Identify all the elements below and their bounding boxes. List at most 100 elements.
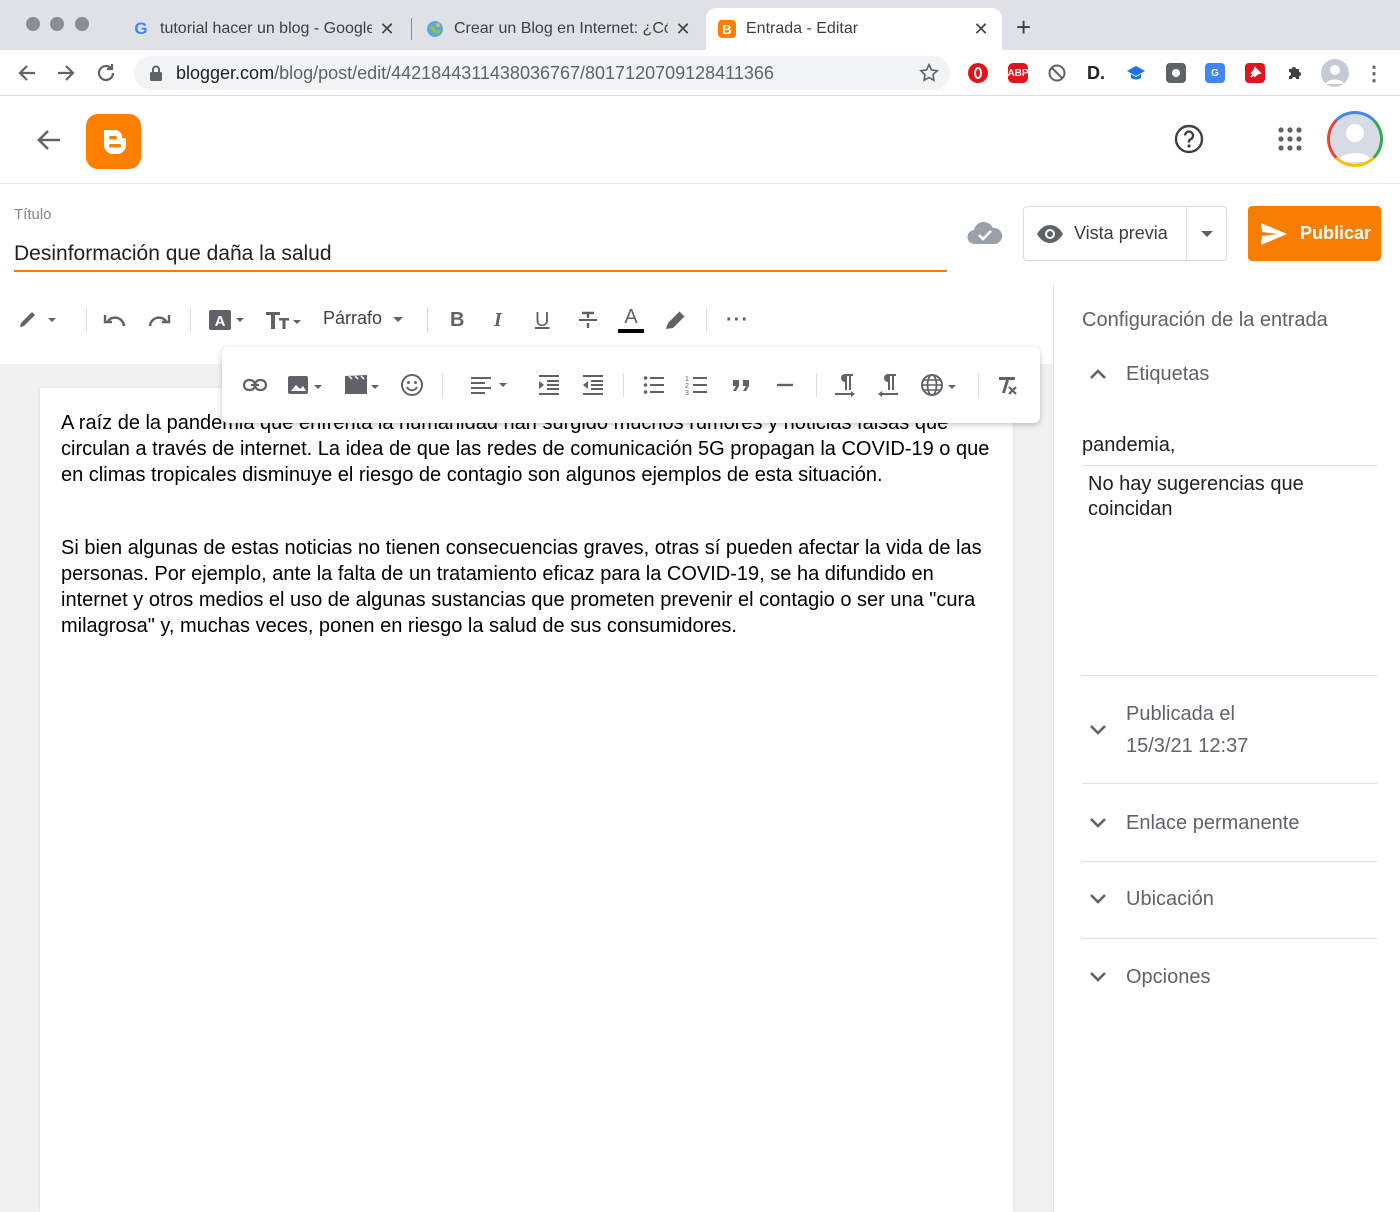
- blocked-icon[interactable]: [1047, 63, 1067, 83]
- location-section-header[interactable]: Ubicación: [1082, 883, 1377, 915]
- align-button[interactable]: [469, 371, 511, 399]
- body-paragraph[interactable]: Si bien algunas de estas noticias no tie…: [61, 535, 991, 639]
- text-color-button[interactable]: A: [618, 302, 644, 338]
- tab-title: Entrada - Editar: [746, 20, 859, 37]
- ltr-button[interactable]: [833, 371, 857, 399]
- help-icon[interactable]: [1172, 122, 1206, 161]
- preview-button[interactable]: Vista previa: [1023, 206, 1227, 261]
- browser-toolbar: blogger.com/blog/post/edit/4421844311438…: [0, 50, 1400, 96]
- google-icon: G: [134, 19, 148, 38]
- bold-button[interactable]: B: [450, 302, 464, 338]
- profile-icon[interactable]: [1321, 59, 1349, 87]
- toolbar-divider: [623, 373, 624, 397]
- cloud-saved-icon: [966, 218, 1004, 253]
- highlighter-icon: [666, 310, 686, 329]
- text-size-button[interactable]: [264, 302, 304, 338]
- italic-icon: I: [494, 308, 502, 331]
- compose-mode-button[interactable]: [16, 302, 60, 338]
- tab-google-search[interactable]: G tutorial hacer un blog - Google ✕: [120, 8, 408, 50]
- strikethrough-button[interactable]: [577, 302, 599, 338]
- paragraph-style-label: Párrafo: [323, 308, 383, 328]
- new-tab-button[interactable]: +: [1016, 14, 1031, 40]
- browser-reload-button[interactable]: [91, 58, 121, 88]
- preview-main[interactable]: Vista previa: [1024, 207, 1187, 260]
- translate-icon[interactable]: G: [1205, 63, 1225, 83]
- svg-text:2: 2: [685, 383, 689, 390]
- window-minimize-dot[interactable]: [50, 17, 64, 31]
- tab-entrada-editar[interactable]: B Entrada - Editar ✕: [706, 8, 1002, 50]
- adblock-icon[interactable]: ABP: [1007, 63, 1029, 83]
- emoji-icon: [401, 374, 423, 396]
- toolbar-divider: [816, 373, 817, 397]
- published-section-header[interactable]: Publicada el 15/3/21 12:37: [1082, 698, 1377, 762]
- puzzle-icon[interactable]: [1285, 63, 1305, 83]
- chevron-down-icon: [1088, 720, 1108, 745]
- close-icon[interactable]: ✕: [674, 19, 692, 40]
- quote-button[interactable]: [730, 371, 752, 399]
- blogger-logo[interactable]: [86, 114, 141, 169]
- tag-input[interactable]: pandemia,: [1082, 434, 1175, 457]
- d-icon[interactable]: D.: [1086, 63, 1106, 83]
- tab-title: tutorial hacer un blog - Google: [160, 20, 372, 37]
- italic-button[interactable]: I: [494, 302, 502, 338]
- insert-link-button[interactable]: [242, 371, 268, 399]
- chevron-down-icon: [1088, 813, 1108, 838]
- window-zoom-dot[interactable]: [75, 17, 89, 31]
- account-avatar[interactable]: [1327, 111, 1383, 167]
- tab-crear-blog[interactable]: Crear un Blog en Internet: ¿Cómo ✕: [414, 8, 704, 50]
- bulleted-list-icon: [643, 376, 664, 394]
- insert-video-button[interactable]: [343, 371, 383, 399]
- square-icon[interactable]: [1166, 63, 1186, 83]
- preview-label: Vista previa: [1074, 223, 1168, 243]
- arrow-right-icon: [58, 65, 75, 81]
- language-button[interactable]: [920, 371, 960, 399]
- options-section-header[interactable]: Opciones: [1082, 961, 1377, 993]
- browser-back-button[interactable]: [12, 58, 42, 88]
- preview-dropdown[interactable]: [1187, 230, 1226, 238]
- pin-icon[interactable]: [1245, 63, 1265, 83]
- highlight-button[interactable]: [663, 302, 689, 338]
- post-body[interactable]: A raíz de la pandemia que enfrenta la hu…: [40, 388, 1013, 1212]
- apps-grid-icon[interactable]: [1276, 125, 1304, 158]
- browser-menu-icon[interactable]: ⋮: [1364, 63, 1384, 85]
- bulleted-list-button[interactable]: [642, 371, 666, 399]
- redo-icon: [148, 315, 171, 327]
- underline-button[interactable]: U: [535, 302, 549, 338]
- back-button[interactable]: [34, 125, 64, 160]
- browser-forward-button[interactable]: [51, 58, 81, 88]
- cap-icon[interactable]: [1126, 63, 1146, 83]
- indent-increase-icon: [539, 375, 559, 395]
- font-button[interactable]: A: [207, 302, 247, 338]
- url-path: /blog/post/edit/4421844311438036767/8017…: [274, 62, 774, 83]
- labels-section-header[interactable]: Etiquetas: [1082, 358, 1377, 390]
- indent-increase-button[interactable]: [537, 371, 561, 399]
- redo-button[interactable]: [146, 302, 172, 338]
- numbered-list-button[interactable]: 123: [685, 371, 709, 399]
- post-title-input[interactable]: [14, 238, 947, 272]
- insert-emoji-button[interactable]: [400, 371, 424, 399]
- rtl-button[interactable]: [876, 371, 900, 399]
- horizontal-rule-button[interactable]: [774, 371, 796, 399]
- toolbar-divider: [442, 373, 443, 397]
- indent-decrease-button[interactable]: [581, 371, 605, 399]
- send-icon: [1261, 222, 1287, 245]
- more-options-button[interactable]: ···: [726, 302, 749, 338]
- paragraph-style-select[interactable]: Párrafo: [323, 308, 408, 329]
- insert-image-button[interactable]: [286, 371, 326, 399]
- clear-formatting-button[interactable]: [995, 371, 1019, 399]
- close-icon[interactable]: ✕: [972, 19, 990, 40]
- close-icon[interactable]: ✕: [378, 19, 396, 40]
- address-bar[interactable]: blogger.com/blog/post/edit/4421844311438…: [134, 56, 950, 90]
- permalink-section-header[interactable]: Enlace permanente: [1082, 807, 1377, 839]
- publish-button[interactable]: Publicar: [1248, 206, 1381, 261]
- bookmark-star-icon[interactable]: [918, 62, 940, 89]
- toolbar-divider: [427, 308, 428, 332]
- lock-icon[interactable]: [148, 65, 164, 81]
- opera-icon[interactable]: [968, 63, 988, 83]
- undo-button[interactable]: [102, 302, 128, 338]
- text-size-icon: [266, 312, 301, 329]
- caret-down-icon: [393, 316, 404, 322]
- title-label: Título: [14, 206, 52, 223]
- window-close-dot[interactable]: [26, 17, 40, 31]
- blogger-header: [0, 97, 1400, 184]
